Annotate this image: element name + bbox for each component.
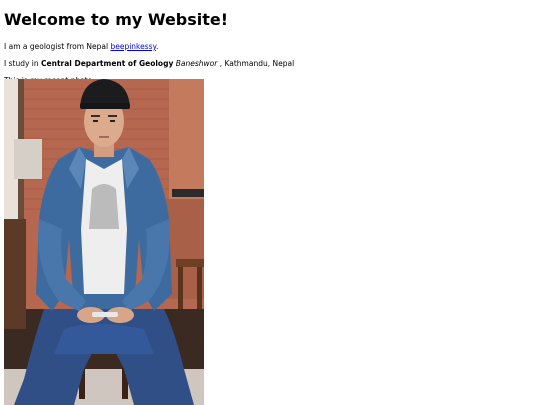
intro-trailing: .: [155, 42, 159, 51]
study-paragraph: I study in Central Department of Geology…: [4, 59, 536, 69]
intro-paragraph: I am a geologist from Nepal beepinkessy.: [4, 42, 536, 52]
profile-photo: [4, 79, 204, 405]
study-suffix: , Kathmandu, Nepal: [219, 59, 295, 68]
study-prefix: I study in: [4, 59, 39, 68]
location-name: Baneshwor: [175, 59, 218, 68]
department-name: Central Department of Geology: [41, 59, 174, 68]
page-title: Welcome to my Website!: [4, 10, 229, 29]
intro-text: I am a geologist from Nepal: [4, 42, 109, 51]
page-body: Welcome to my Website! I am a geologist …: [0, 0, 540, 86]
profile-link[interactable]: beepinkessy: [110, 42, 155, 51]
